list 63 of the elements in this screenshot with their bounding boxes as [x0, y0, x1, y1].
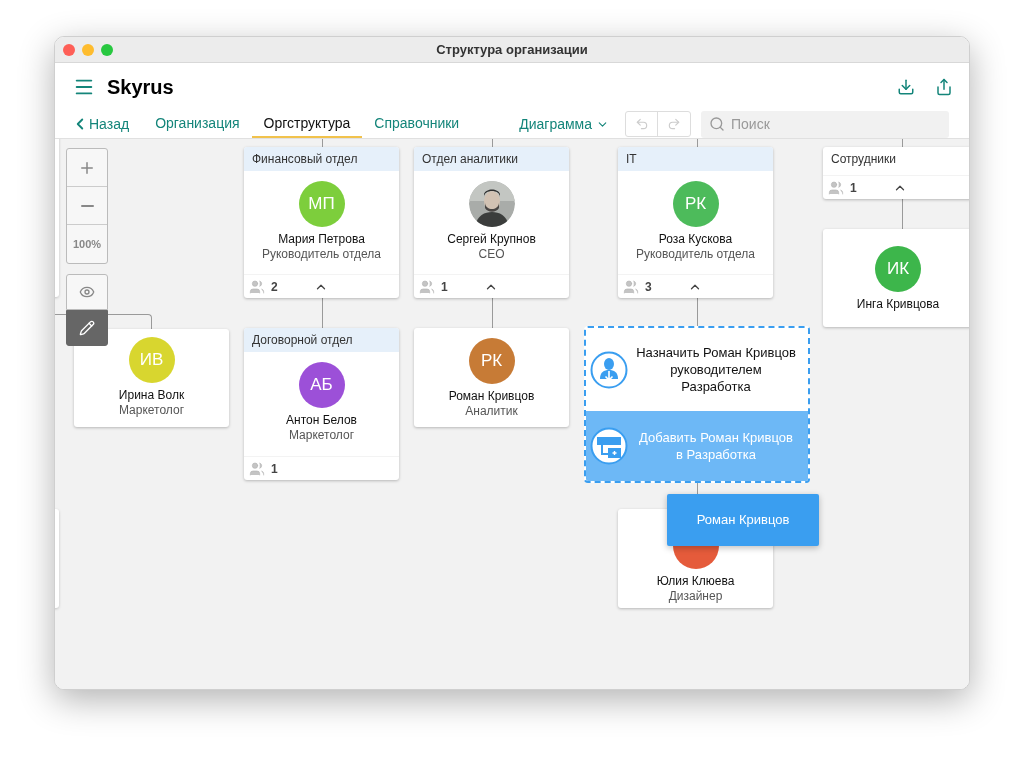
org-card[interactable]: Финансовый отдел МП Мария Петрова Руководитель отдела 2 — [244, 147, 399, 298]
pencil-icon — [79, 320, 95, 336]
view-mode-button[interactable] — [66, 274, 108, 310]
avatar-initials: РК — [480, 350, 503, 373]
person-name: Роман Кривцов — [448, 389, 535, 404]
edit-mode-button[interactable] — [66, 310, 108, 346]
person-name: Сергей Крупнов — [447, 232, 536, 247]
avatar-initials: РК — [684, 193, 707, 216]
person-role: Аналитик — [465, 404, 518, 419]
department-title: Отдел аналитики — [422, 151, 518, 168]
people-icon — [419, 278, 435, 295]
person-role: Руководитель отдела — [635, 247, 756, 262]
nav-tab[interactable]: Справочники — [362, 110, 472, 138]
group-title: Сотрудники — [831, 151, 896, 168]
person-name: Юлия Клюева — [656, 574, 735, 589]
redo-icon — [667, 117, 681, 132]
org-card[interactable]: РК Роман Кривцов Аналитик — [414, 328, 569, 427]
person-name: Роза Кускова — [658, 232, 733, 247]
minus-icon — [80, 204, 94, 207]
person-role: Маркетолог — [288, 428, 355, 443]
org-card[interactable]: Сотрудники 1 — [823, 147, 969, 199]
department-title: IT — [626, 151, 637, 168]
people-icon — [623, 278, 639, 295]
member-count: 1 — [441, 278, 448, 296]
org-card[interactable]: Отдел аналитики Сергей Крупнов CEO 1 — [414, 147, 569, 298]
person-role: CEO — [478, 247, 505, 262]
person-name: Инга Кривцова — [856, 297, 940, 312]
person-role: Маркетолог — [118, 403, 185, 418]
person-name: Антон Белов — [286, 413, 357, 428]
org-card[interactable]: ИВ Ирина Волк Маркетолог — [74, 329, 229, 427]
org-card[interactable]: IT РК Роза Кускова Руководитель отдела 3 — [618, 147, 773, 298]
window-title: Структура организации — [436, 40, 588, 59]
people-icon — [828, 179, 844, 196]
search-field[interactable]: Поиск — [701, 110, 949, 138]
avatar-initials: МП — [308, 193, 335, 216]
department-title: Договорной отдел — [252, 332, 353, 349]
app-brand: Skyrus — [107, 74, 174, 100]
avatar-initials: ИВ — [139, 349, 164, 372]
member-count: 1 — [271, 460, 278, 478]
eye-icon — [79, 284, 95, 300]
people-icon — [249, 278, 265, 295]
org-card[interactable]: Договорной отдел АБ Антон Белов Маркетолог 1 — [244, 328, 399, 480]
member-count: 3 — [645, 278, 652, 296]
avatar-initials: АБ — [310, 374, 333, 397]
org-card[interactable]: ИК Инга Кривцова — [823, 229, 969, 327]
avatar-initials: ИК — [886, 258, 910, 281]
undo-icon — [634, 117, 649, 132]
card-add-icon — [590, 427, 628, 465]
search-icon — [709, 115, 725, 132]
people-icon — [249, 460, 265, 477]
share-icon[interactable] — [935, 77, 953, 96]
department-title: Финансовый отдел — [252, 151, 358, 168]
person-name: Ирина Волк — [118, 388, 185, 403]
nav-tab[interactable]: Организация — [143, 110, 252, 138]
close-window-icon[interactable] — [63, 43, 75, 56]
person-role: Дизайнер — [668, 589, 723, 604]
member-count: 1 — [850, 179, 857, 197]
back-link[interactable]: Назад — [73, 113, 130, 135]
download-icon[interactable] — [897, 77, 915, 96]
member-count: 2 — [271, 278, 278, 296]
person-role: Руководитель отдела — [261, 247, 382, 262]
person-name: Мария Петрова — [278, 232, 365, 247]
view-dropdown[interactable]: Диаграмма — [519, 113, 609, 135]
